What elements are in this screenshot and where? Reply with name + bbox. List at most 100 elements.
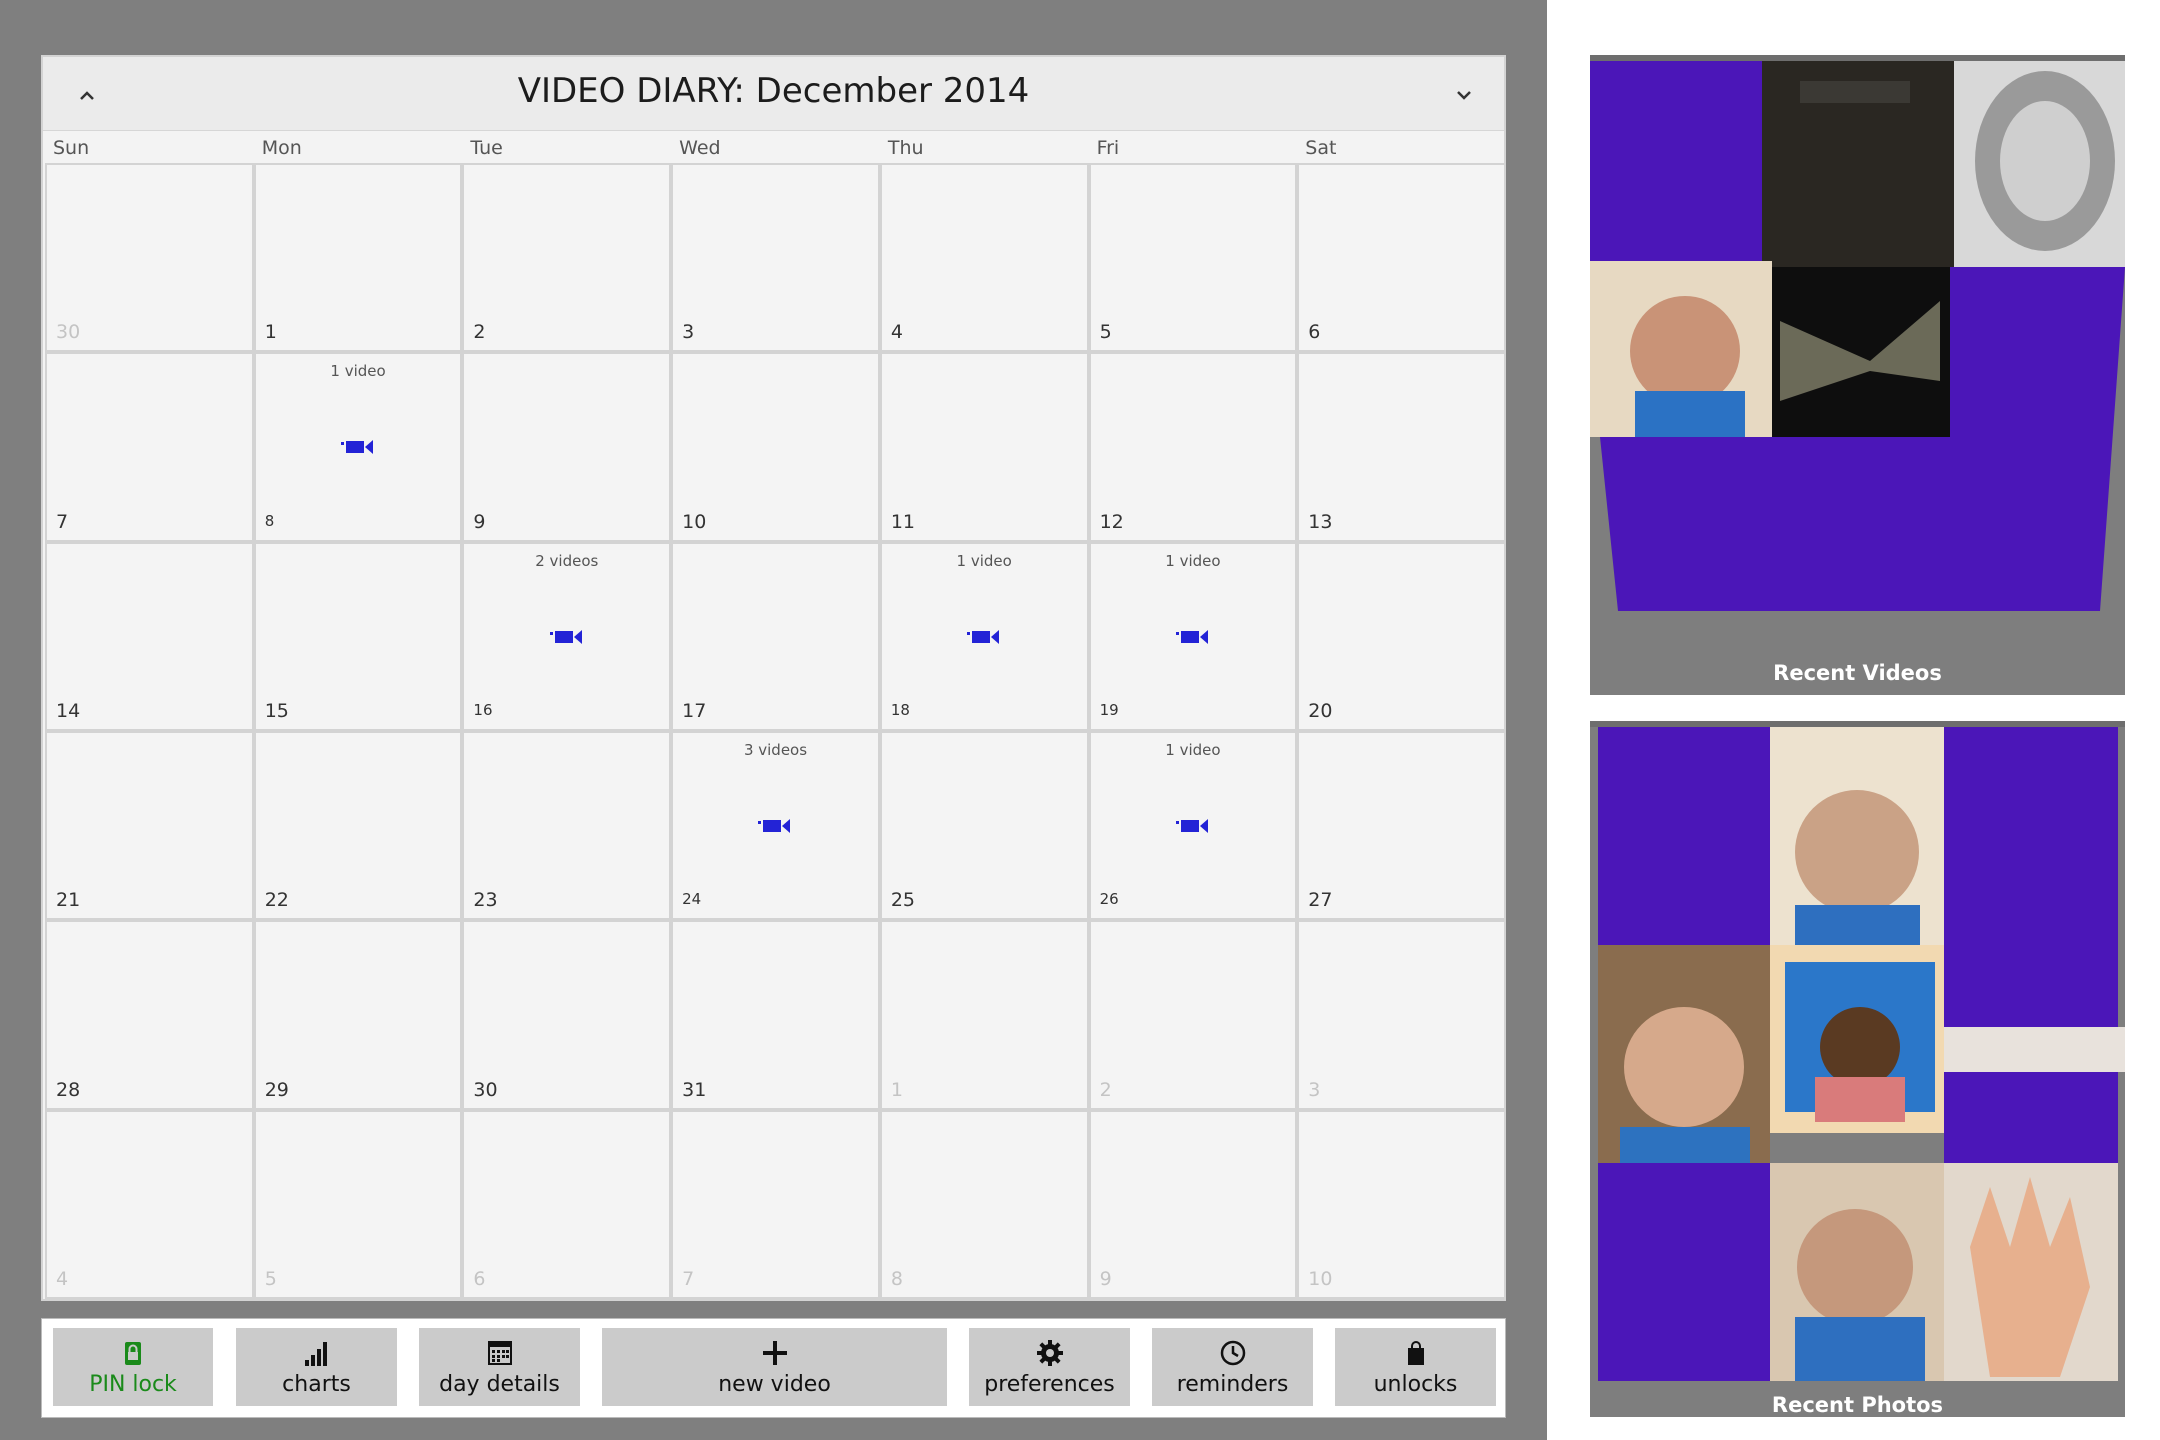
- video-count-label: 3 videos: [743, 741, 808, 759]
- day-number: 12: [1099, 510, 1124, 533]
- day-number: 2: [1099, 1078, 1112, 1101]
- calendar-day-cell[interactable]: 1 video 26: [1088, 731, 1298, 921]
- day-number: 7: [56, 510, 69, 533]
- weekday-label: Fri: [1096, 137, 1120, 159]
- new-video-button[interactable]: new video: [602, 1328, 947, 1406]
- calendar-day-cell[interactable]: 4: [45, 1109, 254, 1299]
- calendar-day-cell[interactable]: 8: [879, 1109, 1089, 1299]
- calendar-day-cell[interactable]: 30: [462, 920, 672, 1110]
- video-camera-icon: [549, 629, 582, 644]
- day-number: 4: [56, 1267, 69, 1290]
- charts-label: charts: [282, 1372, 351, 1397]
- day-number: 1: [890, 1078, 903, 1101]
- calendar-day-cell[interactable]: 28: [45, 920, 254, 1110]
- video-count-label: 1 video: [956, 551, 1012, 570]
- calendar-day-cell[interactable]: 17: [671, 541, 880, 731]
- weekday-label: Tue: [470, 137, 503, 159]
- calendar-day-cell[interactable]: 1: [253, 163, 463, 353]
- unlocks-label: unlocks: [1373, 1372, 1458, 1397]
- calendar-day-cell[interactable]: 10: [1297, 1109, 1506, 1299]
- video-count-label: 2 videos: [535, 551, 599, 570]
- calendar-day-cell[interactable]: 3: [1297, 920, 1506, 1110]
- calendar-day-cell[interactable]: 22: [253, 731, 463, 921]
- video-count-label: 1 video: [1165, 741, 1221, 759]
- calendar-day-cell[interactable]: 9: [1088, 1109, 1298, 1299]
- calendar-day-cell[interactable]: 10: [671, 352, 880, 542]
- calendar-icon: [487, 1341, 512, 1365]
- day-number: 13: [1308, 510, 1333, 533]
- day-number: 21: [56, 889, 81, 912]
- video-camera-icon: [967, 629, 1000, 644]
- day-details-button[interactable]: day details: [419, 1328, 580, 1406]
- pin-lock-button[interactable]: PIN lock: [53, 1328, 213, 1406]
- calendar-day-cell[interactable]: 7: [671, 1109, 880, 1299]
- day-number: 27: [1308, 889, 1333, 912]
- calendar-day-cell[interactable]: 11: [879, 352, 1089, 542]
- calendar-day-cell[interactable]: 7: [45, 352, 254, 542]
- recent-videos-panel[interactable]: Recent Videos: [1590, 55, 2125, 695]
- day-number: 8: [890, 1267, 903, 1290]
- calendar-day-cell[interactable]: 13: [1297, 352, 1506, 542]
- calendar-day-cell[interactable]: 1: [879, 920, 1089, 1110]
- new-video-label: new video: [718, 1372, 831, 1397]
- weekday-label: Wed: [679, 137, 721, 159]
- plus-icon: [762, 1341, 787, 1365]
- calendar-day-cell[interactable]: 31: [671, 920, 880, 1110]
- calendar-day-cell[interactable]: 5: [1088, 163, 1298, 353]
- weekday-label: Sat: [1305, 137, 1337, 159]
- weekday-label: Sun: [53, 137, 90, 159]
- day-number: 25: [890, 889, 916, 912]
- calendar-day-cell[interactable]: 2: [1088, 920, 1298, 1110]
- calendar-day-cell[interactable]: 2: [462, 163, 672, 353]
- calendar-day-cell[interactable]: 1 video 8: [253, 352, 463, 542]
- calendar-day-cell[interactable]: 3 videos 24: [671, 731, 880, 921]
- day-number: 30: [56, 321, 81, 344]
- day-number: 15: [264, 699, 289, 722]
- day-number: 30: [473, 1078, 498, 1101]
- calendar-day-cell[interactable]: 5: [253, 1109, 463, 1299]
- calendar-day-cell[interactable]: 2 videos 16: [462, 541, 672, 731]
- calendar-day-cell[interactable]: 6: [1297, 163, 1506, 353]
- unlocks-button[interactable]: unlocks: [1335, 1328, 1496, 1406]
- day-number: 11: [890, 510, 916, 533]
- charts-button[interactable]: charts: [236, 1328, 397, 1406]
- calendar-day-cell[interactable]: 6: [462, 1109, 672, 1299]
- weekday-label: Mon: [261, 137, 302, 159]
- calendar-day-cell[interactable]: 29: [253, 920, 463, 1110]
- day-number: 26: [1099, 890, 1119, 909]
- reminders-button[interactable]: reminders: [1152, 1328, 1313, 1406]
- recent-photos-panel[interactable]: Recent Photos: [1590, 721, 2125, 1417]
- calendar-day-cell[interactable]: 12: [1088, 352, 1298, 542]
- calendar-day-cell[interactable]: 20: [1297, 541, 1506, 731]
- day-number: 23: [473, 889, 498, 912]
- calendar-day-cell[interactable]: 30: [45, 163, 254, 353]
- recent-photos-caption: Recent Photos: [1771, 1393, 1944, 1417]
- day-number: 3: [682, 321, 695, 344]
- calendar-day-cell[interactable]: 27: [1297, 731, 1506, 921]
- day-number: 9: [1099, 1267, 1112, 1290]
- day-number: 22: [264, 889, 289, 912]
- day-number: 10: [682, 510, 707, 533]
- day-number: 9: [473, 510, 486, 533]
- calendar-day-cell[interactable]: 1 video 19: [1088, 541, 1298, 731]
- day-number: 4: [890, 321, 903, 344]
- calendar-day-cell[interactable]: 3: [671, 163, 880, 353]
- calendar-day-cell[interactable]: 21: [45, 731, 254, 921]
- calendar-day-cell[interactable]: 14: [45, 541, 254, 731]
- calendar-day-cell[interactable]: 25: [879, 731, 1089, 921]
- gear-icon: [1036, 1340, 1063, 1366]
- day-number: 31: [682, 1078, 707, 1101]
- day-number: 10: [1308, 1267, 1333, 1290]
- recent-videos-caption: Recent Videos: [1773, 661, 1942, 685]
- calendar-day-cell[interactable]: 23: [462, 731, 672, 921]
- calendar-day-cell[interactable]: 4: [879, 163, 1089, 353]
- calendar-day-cell[interactable]: 1 video 18: [879, 541, 1089, 731]
- calendar-day-cell[interactable]: 15: [253, 541, 463, 731]
- weekday-header-row: Sun Mon Tue Wed Thu Fri Sat: [43, 130, 1504, 163]
- day-details-label: day details: [439, 1372, 560, 1397]
- preferences-button[interactable]: preferences: [969, 1328, 1130, 1406]
- recent-videos-tiles: [1590, 61, 2125, 611]
- next-month-button[interactable]: [1448, 79, 1480, 111]
- day-number: 19: [1099, 700, 1119, 719]
- calendar-day-cell[interactable]: 9: [462, 352, 672, 542]
